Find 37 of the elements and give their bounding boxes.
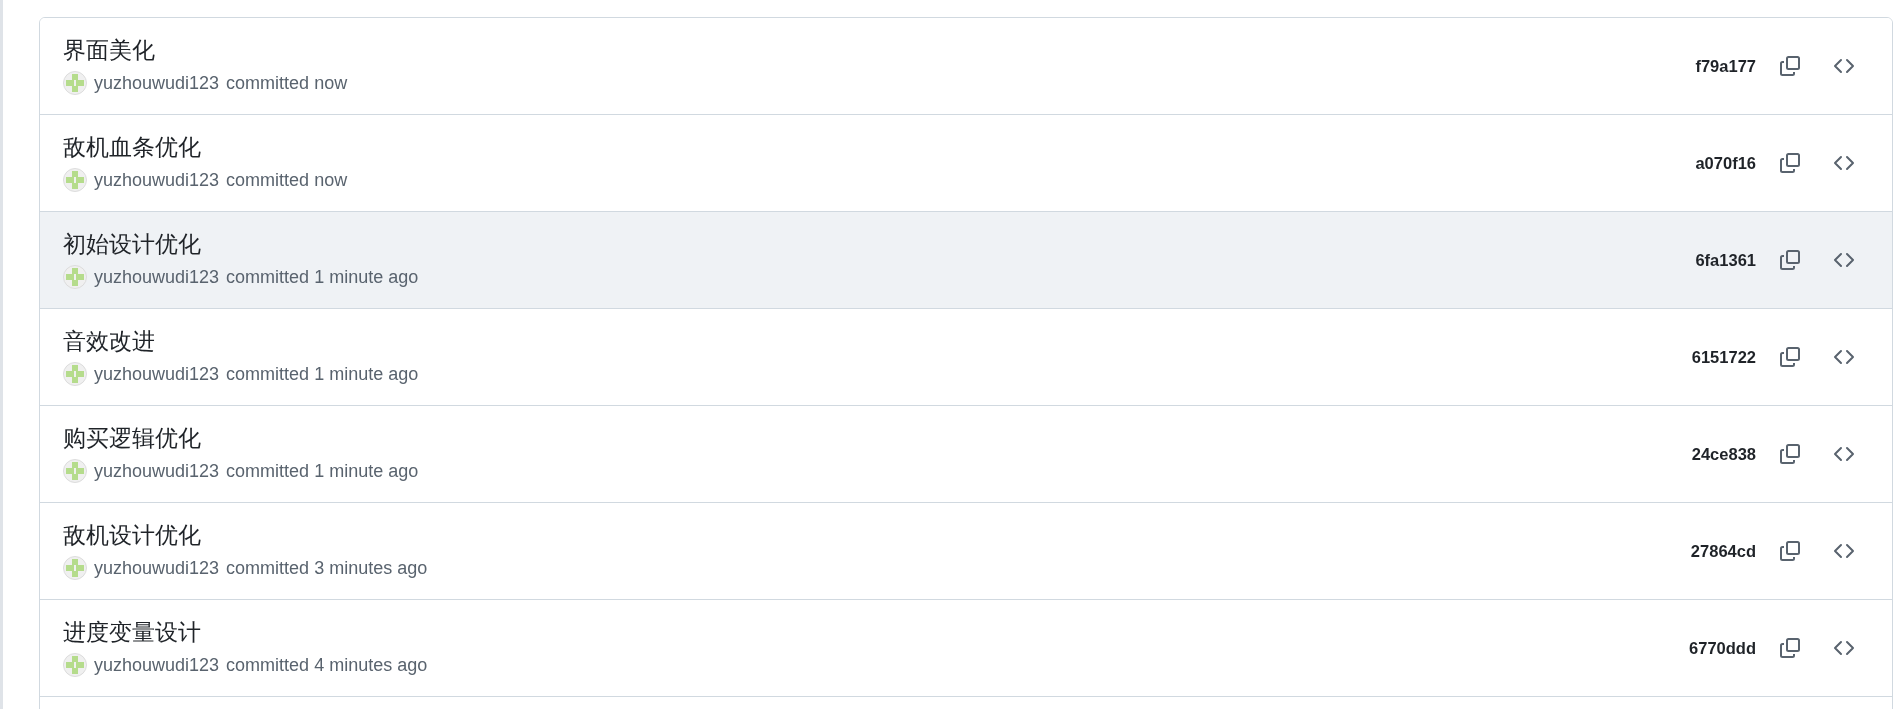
commit-hash[interactable]: 27864cd — [1690, 538, 1756, 564]
author-name[interactable]: yuzhouwudi123 — [94, 69, 220, 97]
commit-row[interactable]: 界面美化 yuzhouwudi123 committed now f79a177 — [40, 18, 1892, 115]
commit-message[interactable]: 音效改进 — [63, 326, 155, 355]
commit-hash[interactable]: 6fa1361 — [1695, 247, 1756, 273]
commit-time: committed 1 minute ago — [226, 459, 419, 483]
commit-message[interactable]: 进度变量设计 — [63, 617, 201, 646]
author-name[interactable]: yuzhouwudi123 — [94, 166, 220, 194]
commit-row[interactable]: 初始设计优化 yuzhouwudi123 committed 1 minute ago 6fa1361 — [40, 212, 1892, 309]
avatar-icon — [63, 265, 87, 289]
avatar-icon — [63, 459, 87, 483]
author-name[interactable]: yuzhouwudi123 — [94, 263, 220, 291]
commit-time: committed 4 minutes ago — [226, 653, 428, 677]
commit-message[interactable]: 初始设计优化 — [63, 229, 201, 258]
commit-time: committed 1 minute ago — [226, 265, 419, 289]
avatar-icon — [63, 653, 87, 677]
author-name[interactable]: yuzhouwudi123 — [94, 457, 220, 485]
commit-hash[interactable]: f79a177 — [1695, 53, 1756, 79]
commit-message[interactable]: 敌机设计优化 — [63, 520, 201, 549]
commit-hash[interactable]: a070f16 — [1695, 150, 1756, 176]
commit-hash[interactable]: 6151722 — [1691, 344, 1756, 370]
avatar-icon — [63, 556, 87, 580]
author-name[interactable]: yuzhouwudi123 — [94, 651, 220, 679]
author-name[interactable]: yuzhouwudi123 — [94, 360, 220, 388]
avatar-icon — [63, 362, 87, 386]
commit-time: committed 3 minutes ago — [226, 556, 428, 580]
commit-time: committed now — [226, 71, 348, 95]
commit-message[interactable]: 敌机血条优化 — [63, 132, 201, 161]
commit-time: committed now — [226, 168, 348, 192]
avatar-icon — [63, 71, 87, 95]
commit-hash[interactable]: 6770ddd — [1689, 635, 1756, 661]
author-name[interactable]: yuzhouwudi123 — [94, 554, 220, 582]
commit-time: committed 1 minute ago — [226, 362, 419, 386]
commit-message[interactable]: 界面美化 — [63, 35, 155, 64]
avatar-icon — [63, 168, 87, 192]
commit-message[interactable]: 购买逻辑优化 — [63, 423, 201, 452]
commit-hash[interactable]: 24ce838 — [1691, 441, 1756, 467]
